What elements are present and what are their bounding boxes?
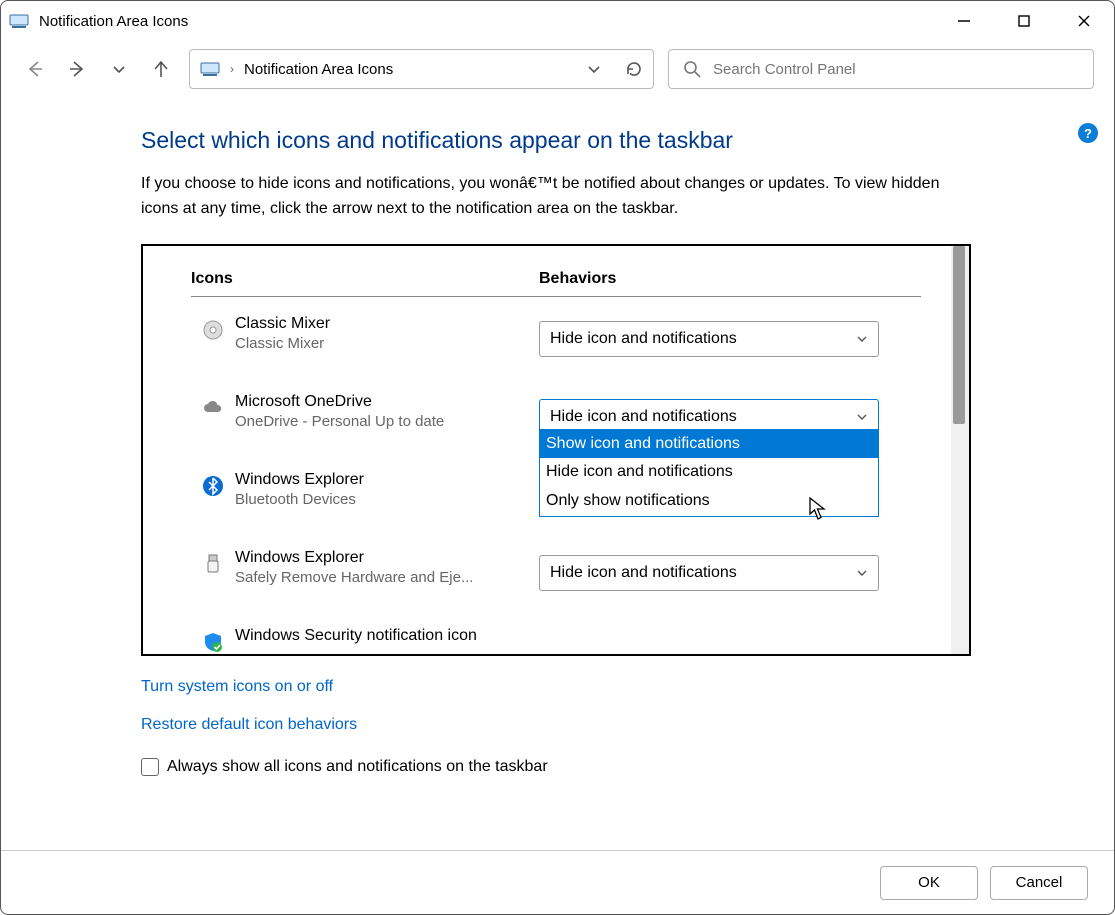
item-sub: Classic Mixer	[235, 335, 523, 352]
titlebar: Notification Area Icons	[1, 1, 1114, 41]
item-name: Windows Security notification icon	[235, 627, 523, 645]
dropdown-option[interactable]: Only show notifications	[540, 487, 878, 516]
page-heading: Select which icons and notifications app…	[141, 127, 1084, 154]
column-header-icons: Icons	[191, 270, 539, 288]
maximize-button[interactable]	[994, 1, 1054, 41]
column-headers: Icons Behaviors	[191, 270, 921, 297]
list-item: Classic Mixer Classic Mixer Hide icon an…	[191, 315, 921, 393]
bluetooth-icon	[191, 471, 235, 497]
chevron-down-icon	[856, 333, 868, 345]
footer: OK Cancel	[1, 850, 1114, 914]
page-description: If you choose to hide icons and notifica…	[141, 172, 971, 222]
scrollbar[interactable]	[951, 246, 969, 654]
column-header-behaviors: Behaviors	[539, 270, 616, 288]
address-bar[interactable]: › Notification Area Icons	[189, 49, 654, 89]
scrollbar-thumb[interactable]	[953, 246, 965, 424]
list-item: Windows Explorer Safely Remove Hardware …	[191, 549, 921, 627]
always-show-checkbox[interactable]	[141, 758, 159, 776]
ok-button[interactable]: OK	[880, 866, 978, 900]
search-icon	[683, 60, 701, 78]
item-name: Windows Explorer	[235, 471, 523, 489]
item-name: Windows Explorer	[235, 549, 523, 567]
search-input[interactable]	[713, 61, 1079, 78]
disc-icon	[191, 315, 235, 341]
item-sub: OneDrive - Personal Up to date	[235, 413, 523, 430]
forward-button[interactable]	[63, 55, 91, 83]
refresh-button[interactable]	[625, 60, 643, 78]
breadcrumb-chevron-icon: ›	[230, 62, 234, 76]
breadcrumb-label[interactable]: Notification Area Icons	[244, 61, 393, 78]
list-item: Windows Security notification icon	[191, 627, 921, 656]
up-button[interactable]	[147, 55, 175, 83]
always-show-label: Always show all icons and notifications …	[167, 758, 548, 776]
item-name: Microsoft OneDrive	[235, 393, 523, 411]
chevron-down-icon	[856, 567, 868, 579]
link-restore-defaults[interactable]: Restore default icon behaviors	[141, 716, 357, 734]
cloud-icon	[191, 393, 235, 419]
item-sub: Safely Remove Hardware and Eje...	[235, 569, 523, 586]
window-title: Notification Area Icons	[39, 13, 188, 30]
recent-dropdown[interactable]	[105, 55, 133, 83]
shield-icon	[191, 627, 235, 653]
chevron-down-icon	[856, 411, 868, 423]
window-controls	[934, 1, 1114, 41]
behavior-combo[interactable]: Hide icon and notifications	[539, 321, 879, 357]
behavior-dropdown: Show icon and notifications Hide icon an…	[539, 429, 879, 517]
history-dropdown[interactable]	[587, 62, 601, 76]
icon-list: Icons Behaviors Classic Mixer Classic Mi…	[141, 244, 971, 656]
item-name: Classic Mixer	[235, 315, 523, 333]
behavior-combo[interactable]: Hide icon and notifications	[539, 555, 879, 591]
cancel-button[interactable]: Cancel	[990, 866, 1088, 900]
navbar: › Notification Area Icons	[1, 41, 1114, 97]
content: Select which icons and notifications app…	[1, 97, 1114, 850]
link-system-icons[interactable]: Turn system icons on or off	[141, 678, 333, 696]
search-box[interactable]	[668, 49, 1094, 89]
list-item: Microsoft OneDrive OneDrive - Personal U…	[191, 393, 921, 471]
minimize-button[interactable]	[934, 1, 994, 41]
address-icon	[200, 59, 220, 79]
dropdown-option[interactable]: Hide icon and notifications	[540, 458, 878, 487]
close-button[interactable]	[1054, 1, 1114, 41]
item-sub: Bluetooth Devices	[235, 491, 523, 508]
back-button[interactable]	[21, 55, 49, 83]
help-icon[interactable]: ?	[1078, 123, 1098, 143]
app-icon	[9, 11, 29, 31]
dropdown-option[interactable]: Show icon and notifications	[540, 430, 878, 459]
usb-icon	[191, 549, 235, 575]
window: Notification Area Icons › Notification A…	[0, 0, 1115, 915]
